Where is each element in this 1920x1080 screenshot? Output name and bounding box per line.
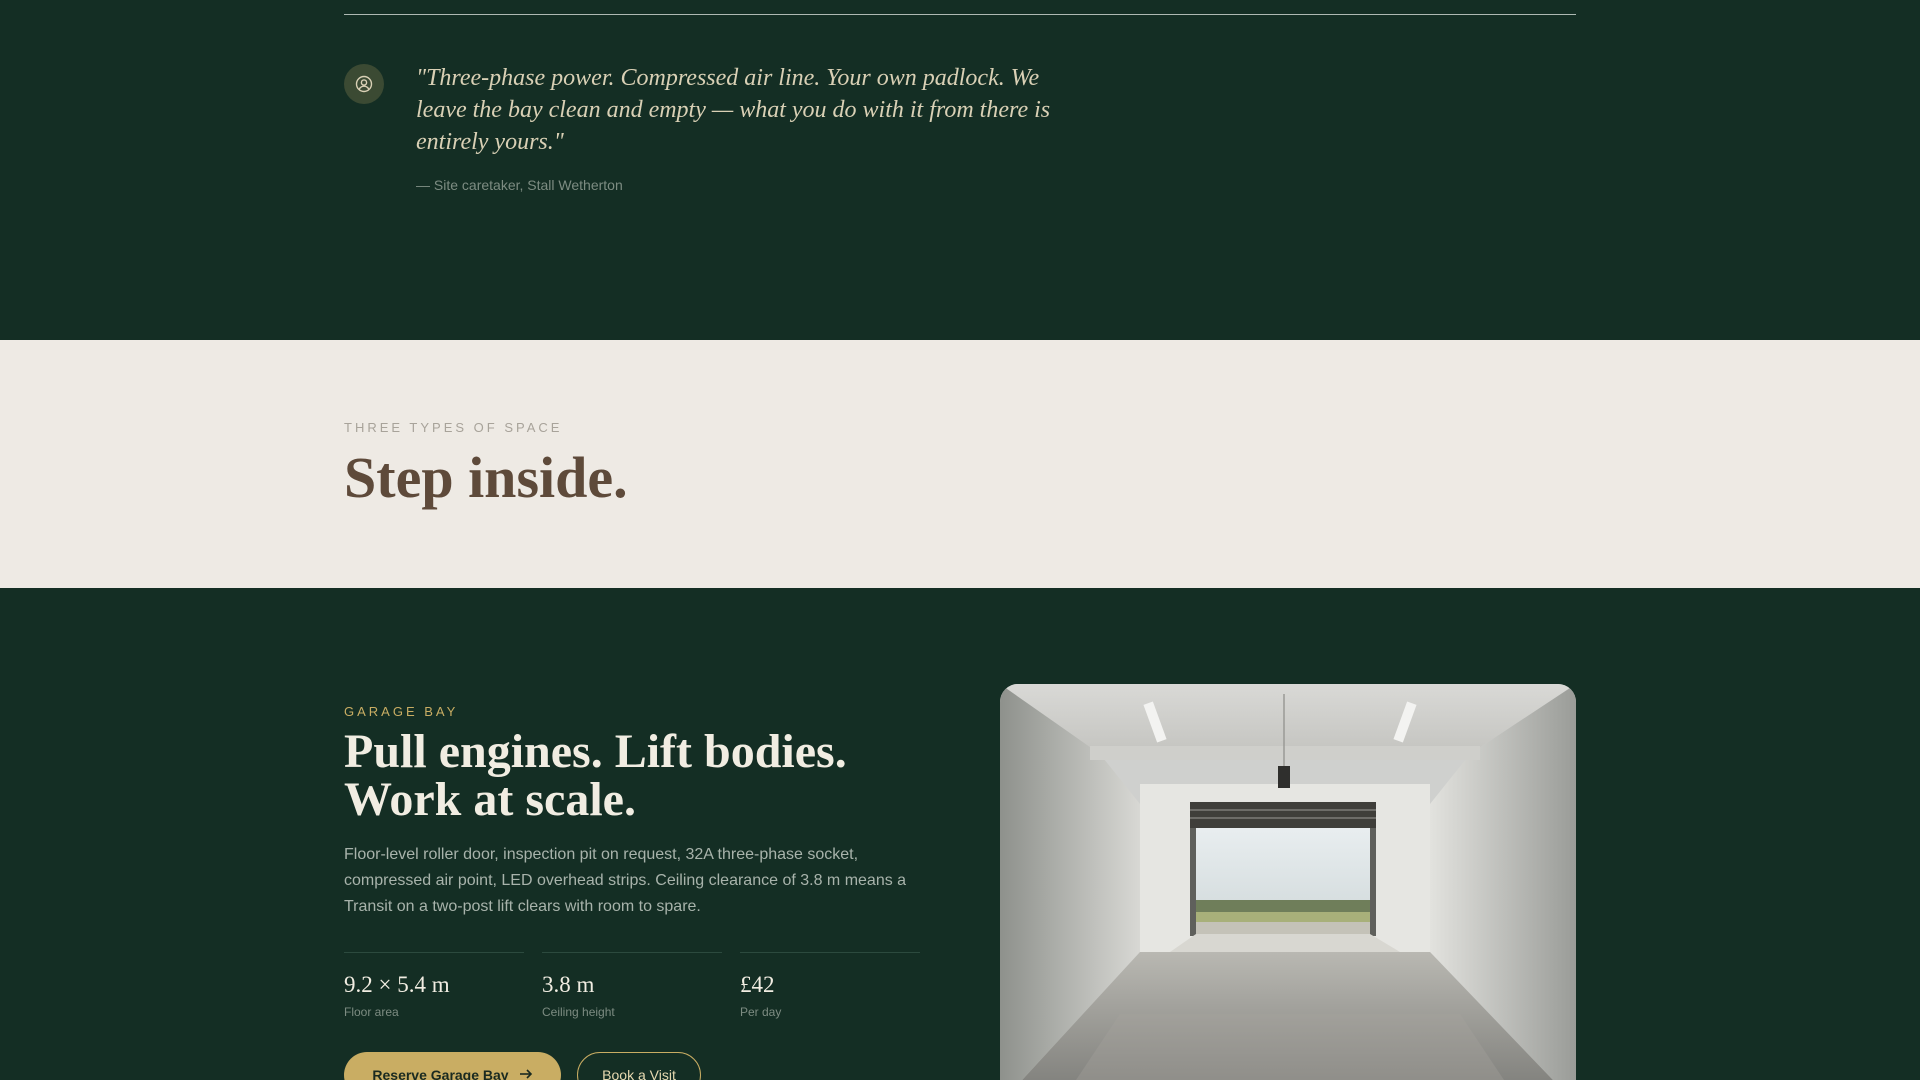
reserve-garage-bay-button[interactable]: Reserve Garage Bay — [344, 1052, 561, 1080]
feature-eyebrow: GARAGE BAY — [344, 704, 459, 719]
feature-description: Floor-level roller door, inspection pit … — [344, 846, 907, 915]
stat-value: £42 — [740, 972, 775, 997]
stat-floor-area: 9.2 × 5.4 m Floor area — [344, 952, 524, 1019]
feature-title: Pull engines. Lift bodies. Work at scale… — [344, 728, 904, 824]
stat-label: Per day — [740, 1005, 782, 1019]
stat-label: Floor area — [344, 1005, 399, 1019]
book-visit-button[interactable]: Book a Visit — [577, 1052, 701, 1080]
testimonial-section: "Three-phase power. Compressed air line.… — [0, 0, 1920, 340]
testimonial-attribution: — Site caretaker, Stall Wetherton — [416, 177, 623, 193]
stat-value: 9.2 × 5.4 m — [344, 972, 450, 997]
section-title: Step inside. — [344, 445, 628, 510]
feature-title-line: Work at scale. — [344, 773, 636, 826]
feature-stats: 9.2 × 5.4 m Floor area 3.8 m Ceiling hei… — [344, 952, 920, 1019]
reserve-button-label: Reserve Garage Bay — [372, 1067, 509, 1080]
stat-price: £42 Per day — [740, 952, 920, 1019]
garage-bay-feature: GARAGE BAY Pull engines. Lift bodies. Wo… — [0, 588, 1920, 1080]
feature-title-line: Pull engines. Lift bodies. — [344, 725, 847, 778]
user-circle-icon — [344, 64, 384, 104]
stat-ceiling-height: 3.8 m Ceiling height — [542, 952, 722, 1019]
arrow-right-icon — [519, 1067, 533, 1080]
testimonial-quote: "Three-phase power. Compressed air line.… — [416, 65, 1051, 155]
space-types-header: THREE TYPES OF SPACE Step inside. — [0, 340, 1920, 588]
divider — [344, 14, 1576, 15]
stat-label: Ceiling height — [542, 1005, 615, 1019]
garage-bay-photo — [1000, 684, 1576, 1080]
section-eyebrow: THREE TYPES OF SPACE — [344, 420, 563, 435]
stat-value: 3.8 m — [542, 972, 595, 997]
